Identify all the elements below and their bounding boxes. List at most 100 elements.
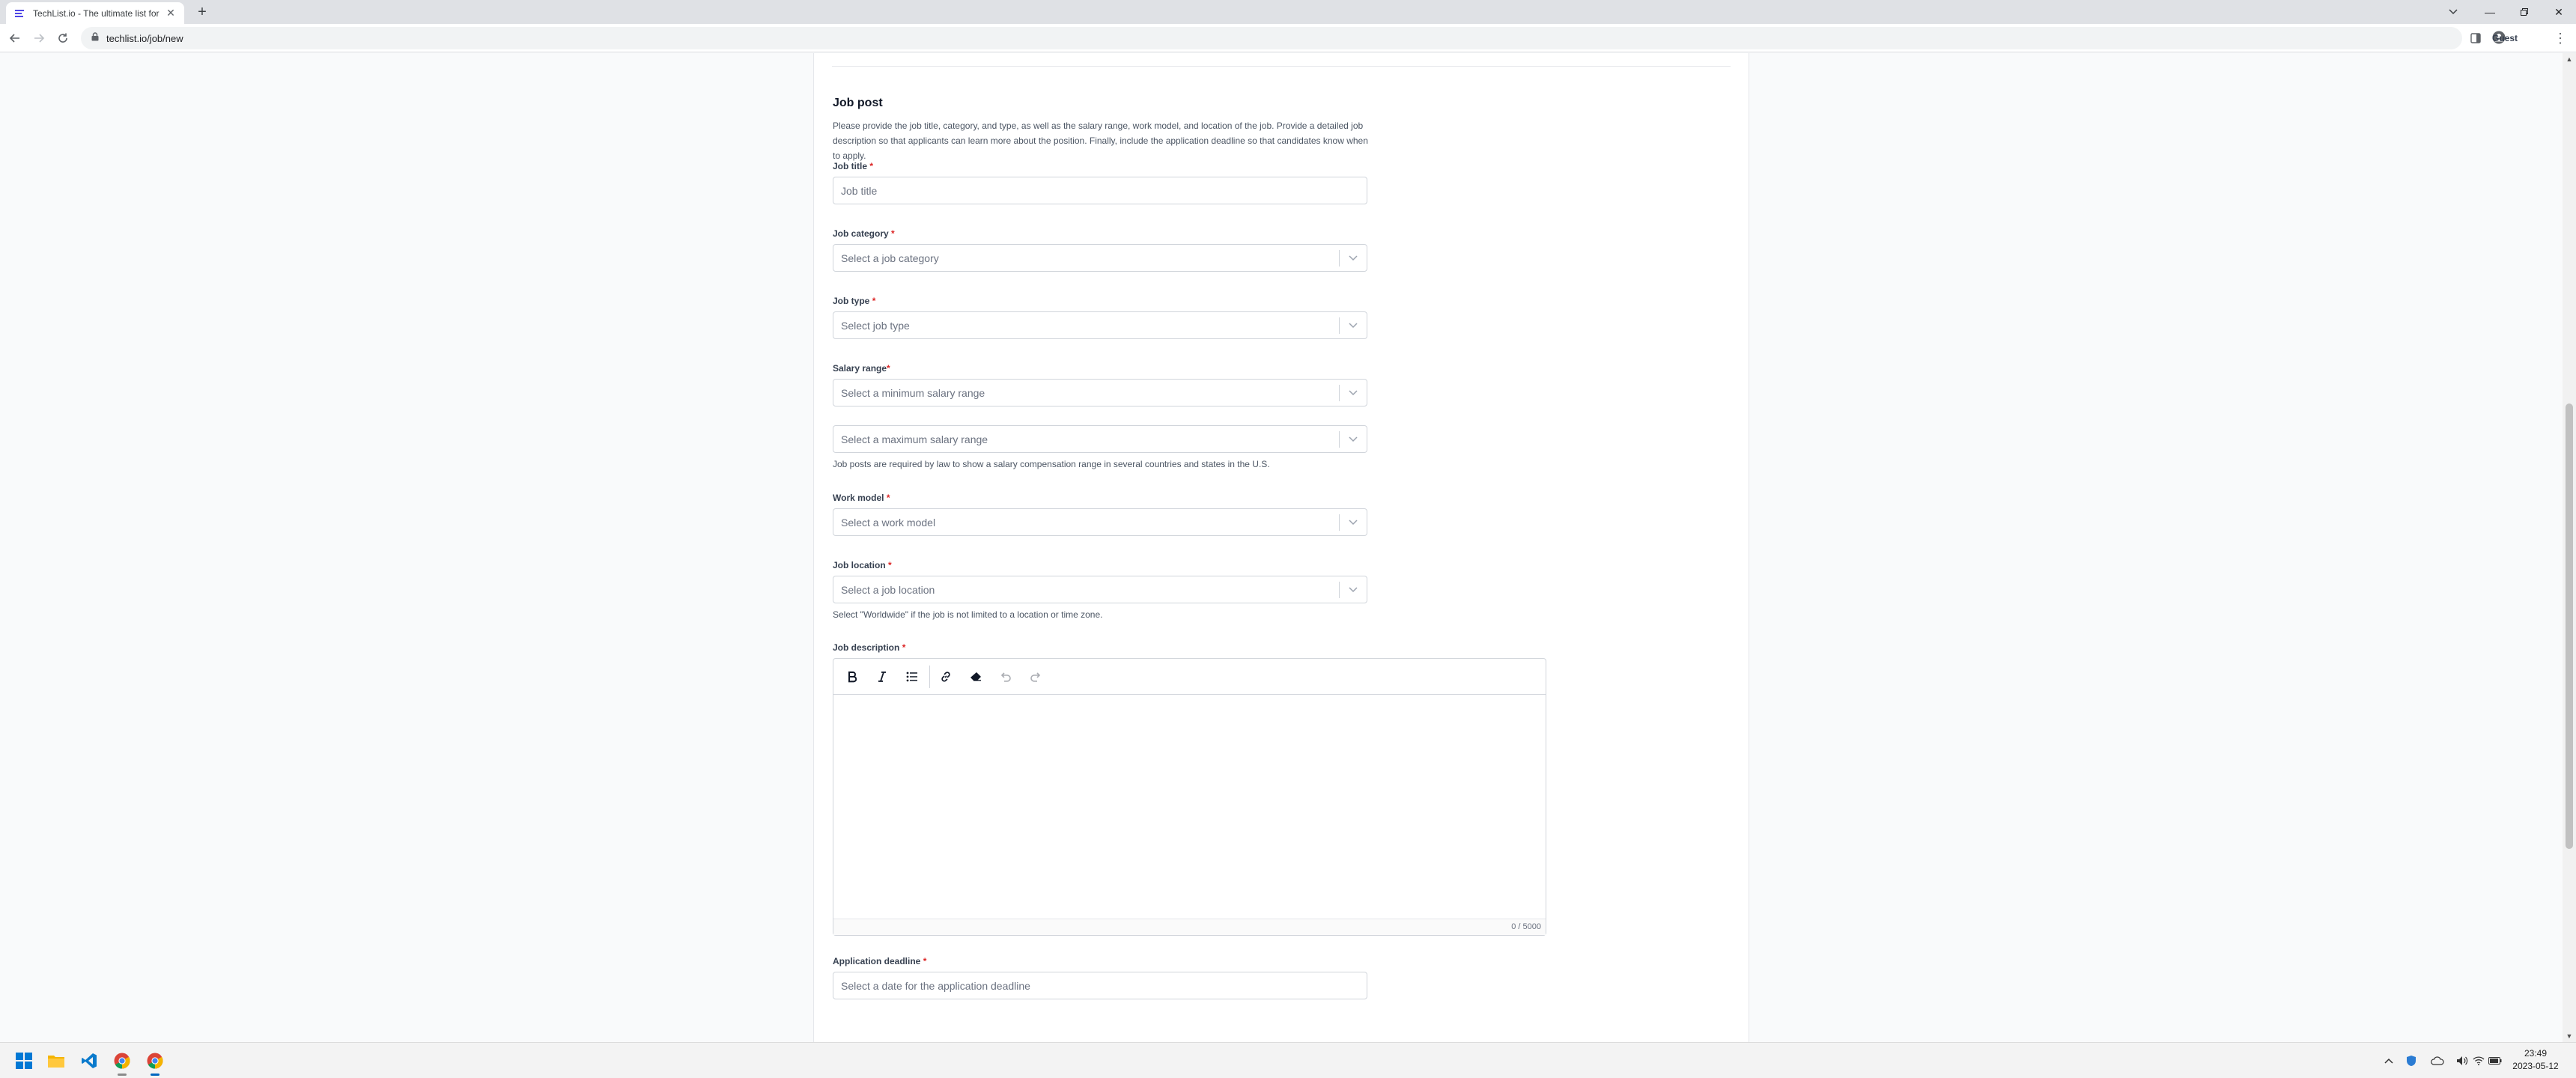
scroll-up-icon[interactable]: ▲ (2563, 53, 2576, 65)
chrome-icon[interactable] (110, 1049, 134, 1076)
min-salary-select[interactable]: Select a minimum salary range (833, 379, 1367, 406)
profile-label: Guest (2492, 33, 2518, 43)
address-bar[interactable]: techlist.io/job/new (81, 27, 2462, 49)
job-description-label: Job description * (833, 642, 905, 653)
required-marker: * (888, 560, 892, 570)
speaker-icon[interactable] (2455, 1053, 2470, 1068)
vscode-icon[interactable] (77, 1049, 101, 1073)
scrollbar-thumb[interactable] (2566, 404, 2573, 849)
eraser-icon[interactable] (963, 665, 988, 689)
job-location-label-text: Job location (833, 560, 886, 570)
taskbar-clock[interactable]: 23:49 2023-05-12 (2506, 1047, 2566, 1073)
redo-icon[interactable] (1023, 665, 1048, 689)
show-hidden-icons-icon[interactable] (2381, 1053, 2396, 1068)
page-viewport: Job post Please provide the job title, c… (0, 53, 2563, 1042)
battery-icon[interactable] (2488, 1053, 2503, 1068)
wifi-icon[interactable] (2471, 1053, 2486, 1068)
work-model-select[interactable]: Select a work model (833, 508, 1367, 536)
forward-icon[interactable] (28, 28, 49, 49)
required-marker: * (872, 296, 876, 306)
min-salary-placeholder: Select a minimum salary range (841, 386, 985, 399)
security-shield-icon[interactable] (2404, 1053, 2419, 1068)
chevron-down-icon[interactable] (1340, 509, 1367, 535)
max-salary-select[interactable]: Select a maximum salary range (833, 425, 1367, 453)
maximize-icon[interactable] (2507, 0, 2542, 24)
windows-taskbar: 23:49 2023-05-12 (0, 1042, 2576, 1078)
deadline-date-input[interactable]: Select a date for the application deadli… (833, 972, 1367, 999)
job-description-label-text: Job description (833, 642, 900, 653)
close-window-icon[interactable]: ✕ (2542, 0, 2576, 24)
bold-icon[interactable] (839, 665, 865, 689)
job-location-select[interactable]: Select a job location (833, 576, 1367, 603)
browser-toolbar: techlist.io/job/new Guest ⋮ (0, 24, 2576, 52)
job-title-label: Job title * (833, 161, 873, 171)
bullet-list-icon[interactable] (899, 665, 925, 689)
job-location-hint: Select "Worldwide" if the job is not lim… (833, 609, 1103, 620)
page-scrollbar[interactable]: ▲ ▼ (2563, 53, 2576, 1042)
section-divider (832, 66, 1731, 67)
salary-range-label: Salary range* (833, 363, 890, 374)
side-panel-icon[interactable] (2468, 31, 2483, 46)
chevron-down-icon[interactable] (1340, 312, 1367, 338)
italic-icon[interactable] (869, 665, 895, 689)
job-type-select[interactable]: Select job type (833, 311, 1367, 339)
reload-icon[interactable] (52, 28, 73, 49)
job-location-placeholder: Select a job location (841, 583, 935, 596)
close-tab-icon[interactable]: ✕ (165, 7, 177, 19)
link-icon[interactable] (933, 665, 959, 689)
job-description-editor: 0 / 5000 (833, 658, 1546, 936)
chevron-down-icon[interactable] (1340, 245, 1367, 271)
character-counter: 0 / 5000 (833, 919, 1546, 935)
job-category-select[interactable]: Select a job category (833, 244, 1367, 272)
active-indicator (151, 1074, 160, 1076)
undo-icon[interactable] (993, 665, 1018, 689)
clock-time: 23:49 (2524, 1048, 2548, 1059)
required-marker: * (887, 363, 890, 374)
work-model-placeholder: Select a work model (841, 516, 936, 529)
url-text: techlist.io/job/new (106, 32, 183, 44)
form-card: Job post Please provide the job title, c… (813, 53, 1749, 1042)
profile-button[interactable]: Guest (2488, 28, 2518, 48)
windows-start-icon[interactable] (12, 1049, 36, 1073)
job-title-label-text: Job title (833, 161, 868, 171)
required-marker: * (902, 642, 906, 653)
browser-tab-strip: TechList.io - The ultimate list for ✕ + … (0, 0, 2576, 24)
required-marker: * (923, 956, 927, 966)
section-title: Job post (833, 97, 883, 109)
tab-search-icon[interactable] (2443, 3, 2464, 21)
toolbar-separator (929, 665, 930, 688)
file-explorer-icon[interactable] (44, 1049, 68, 1073)
editor-toolbar (833, 659, 1546, 695)
deadline-placeholder: Select a date for the application deadli… (841, 979, 1030, 992)
chevron-down-icon[interactable] (1340, 380, 1367, 406)
job-type-placeholder: Select job type (841, 319, 910, 332)
job-category-label-text: Job category (833, 228, 889, 239)
clock-date: 2023-05-12 (2512, 1061, 2559, 1071)
new-tab-button[interactable]: + (193, 4, 211, 22)
required-marker: * (891, 228, 895, 239)
max-salary-placeholder: Select a maximum salary range (841, 433, 988, 445)
required-marker: * (869, 161, 874, 171)
tab-title: TechList.io - The ultimate list for (33, 7, 160, 19)
chrome-icon[interactable] (143, 1049, 167, 1076)
job-type-label-text: Job type (833, 296, 870, 306)
back-icon[interactable] (4, 28, 25, 49)
cloud-icon[interactable] (2430, 1053, 2445, 1068)
deadline-label: Application deadline * (833, 956, 926, 966)
deadline-label-text: Application deadline (833, 956, 921, 966)
browser-menu-icon[interactable]: ⋮ (2552, 30, 2569, 46)
minimize-icon[interactable]: — (2473, 0, 2507, 24)
job-category-placeholder: Select a job category (841, 252, 939, 264)
job-description-textarea[interactable] (833, 695, 1546, 919)
job-title-input[interactable]: Job title (833, 177, 1367, 204)
job-type-label: Job type * (833, 296, 875, 306)
running-indicator (118, 1074, 127, 1076)
chevron-down-icon[interactable] (1340, 426, 1367, 452)
job-title-placeholder: Job title (841, 184, 878, 197)
lock-icon[interactable] (91, 31, 99, 45)
chevron-down-icon[interactable] (1340, 576, 1367, 603)
techlist-favicon-icon (13, 7, 25, 19)
section-description: Please provide the job title, category, … (833, 121, 1368, 161)
browser-tab[interactable]: TechList.io - The ultimate list for ✕ (6, 2, 184, 24)
scroll-down-icon[interactable]: ▼ (2563, 1030, 2576, 1042)
